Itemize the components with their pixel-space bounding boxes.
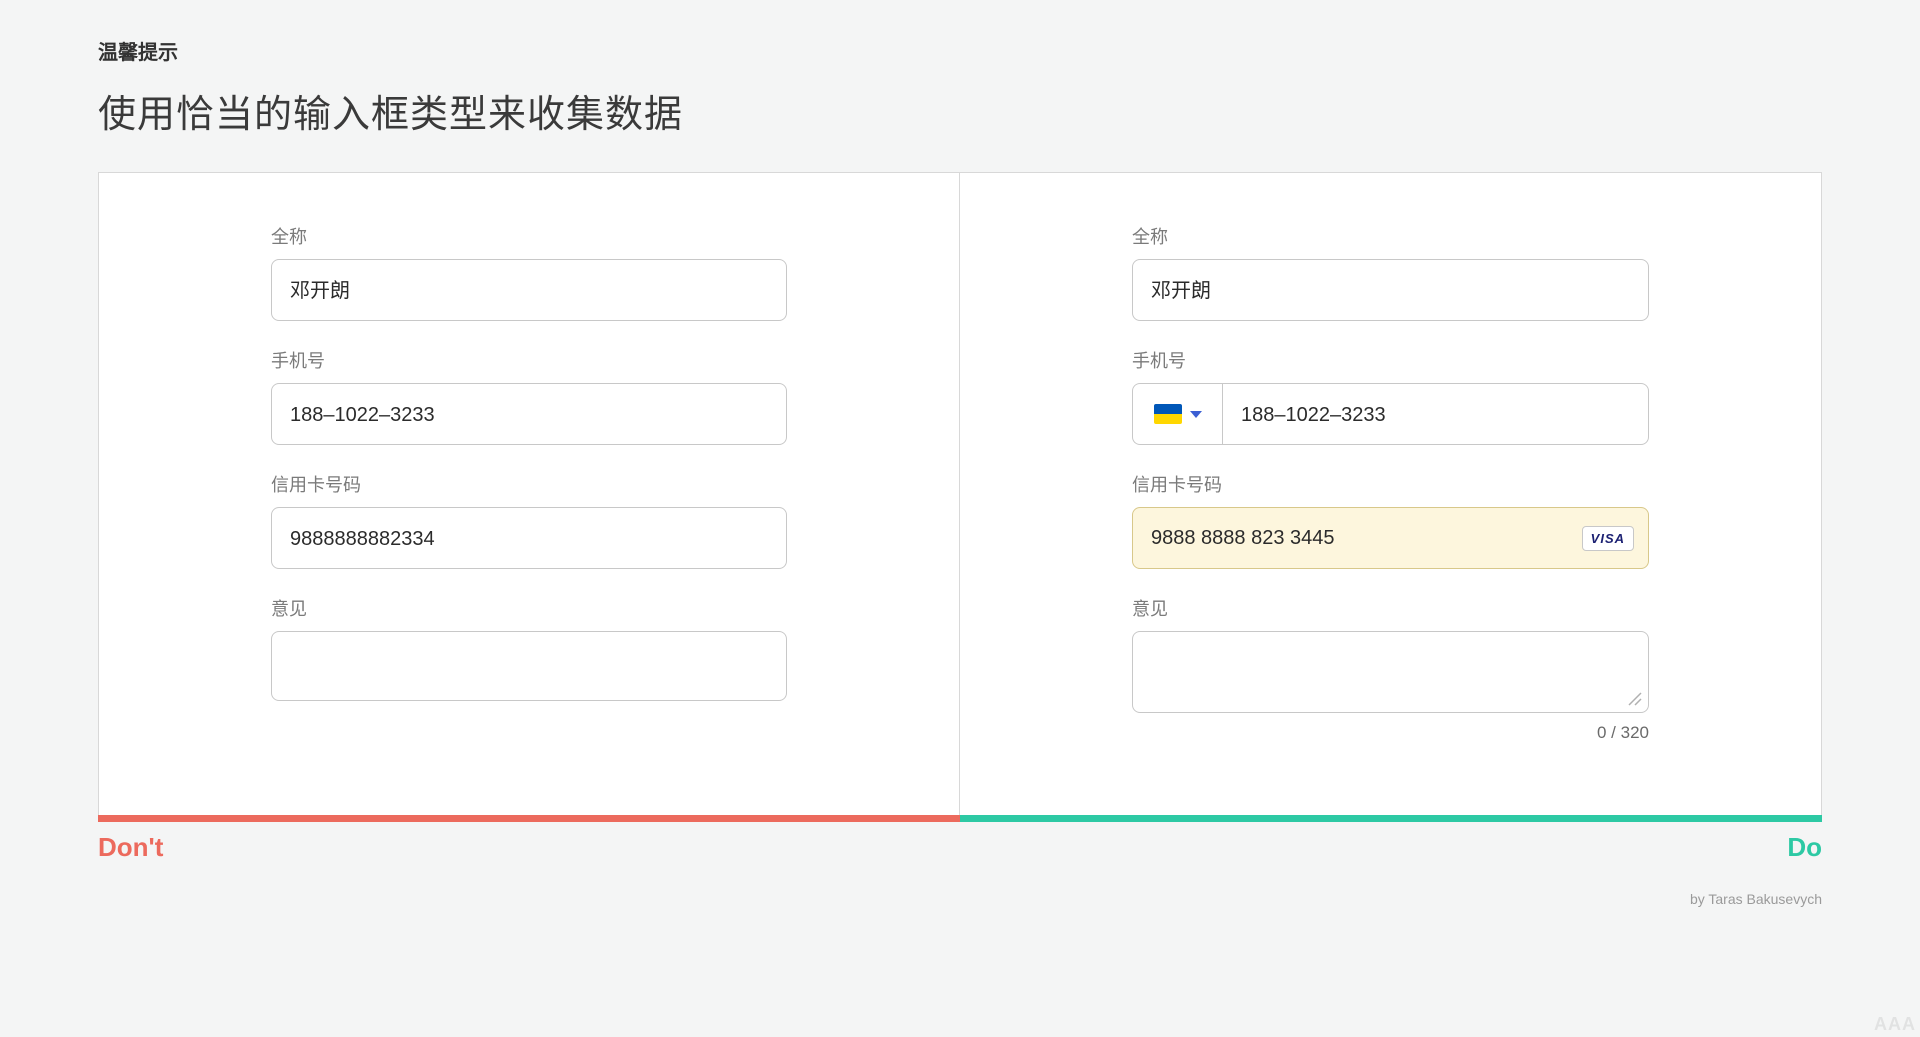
resize-handle-icon[interactable] xyxy=(1626,690,1642,706)
fullname-label: 全称 xyxy=(1132,223,1649,249)
flag-ukraine-icon xyxy=(1154,404,1182,424)
page-title: 使用恰当的输入框类型来收集数据 xyxy=(98,83,1822,138)
creditcard-input[interactable]: 9888 8888 823 3445 VISA xyxy=(1132,507,1649,569)
visa-icon: VISA xyxy=(1582,526,1634,551)
creditcard-value: 9888 8888 823 3445 xyxy=(1151,527,1335,550)
fullname-input[interactable]: 邓开朗 xyxy=(271,259,787,321)
bar-dont xyxy=(98,815,960,822)
dont-do-labels: Don't Do xyxy=(98,832,1822,863)
char-counter: 0 / 320 xyxy=(1132,723,1649,743)
phone-combo-input: 188–1022–3233 xyxy=(1132,383,1649,445)
dont-label: Don't xyxy=(98,832,163,863)
opinion-label: 意见 xyxy=(1132,595,1649,621)
opinion-label: 意见 xyxy=(271,595,787,621)
tip-label: 温馨提示 xyxy=(98,36,1822,65)
panel-do: 全称 邓开朗 手机号 188–1022–3233 信用卡号码 9888 8888… xyxy=(960,173,1821,815)
credit-line: by Taras Bakusevych xyxy=(98,891,1822,907)
fullname-input[interactable]: 邓开朗 xyxy=(1132,259,1649,321)
creditcard-input[interactable]: 9888888882334 xyxy=(271,507,787,569)
phone-label: 手机号 xyxy=(1132,347,1649,373)
country-select[interactable] xyxy=(1132,383,1222,445)
watermark: AAA xyxy=(1874,1014,1916,1035)
phone-input[interactable]: 188–1022–3233 xyxy=(1222,383,1649,445)
phone-label: 手机号 xyxy=(271,347,787,373)
comparison-panels: 全称 邓开朗 手机号 188–1022–3233 信用卡号码 988888888… xyxy=(98,172,1822,816)
do-label: Do xyxy=(1787,832,1822,863)
dont-do-bar xyxy=(98,815,1822,822)
creditcard-label: 信用卡号码 xyxy=(1132,471,1649,497)
chevron-down-icon xyxy=(1190,411,1202,418)
creditcard-label: 信用卡号码 xyxy=(271,471,787,497)
phone-input[interactable]: 188–1022–3233 xyxy=(271,383,787,445)
fullname-label: 全称 xyxy=(271,223,787,249)
opinion-textarea[interactable] xyxy=(1132,631,1649,713)
opinion-input[interactable] xyxy=(271,631,787,701)
panel-dont: 全称 邓开朗 手机号 188–1022–3233 信用卡号码 988888888… xyxy=(99,173,960,815)
bar-do xyxy=(960,815,1822,822)
